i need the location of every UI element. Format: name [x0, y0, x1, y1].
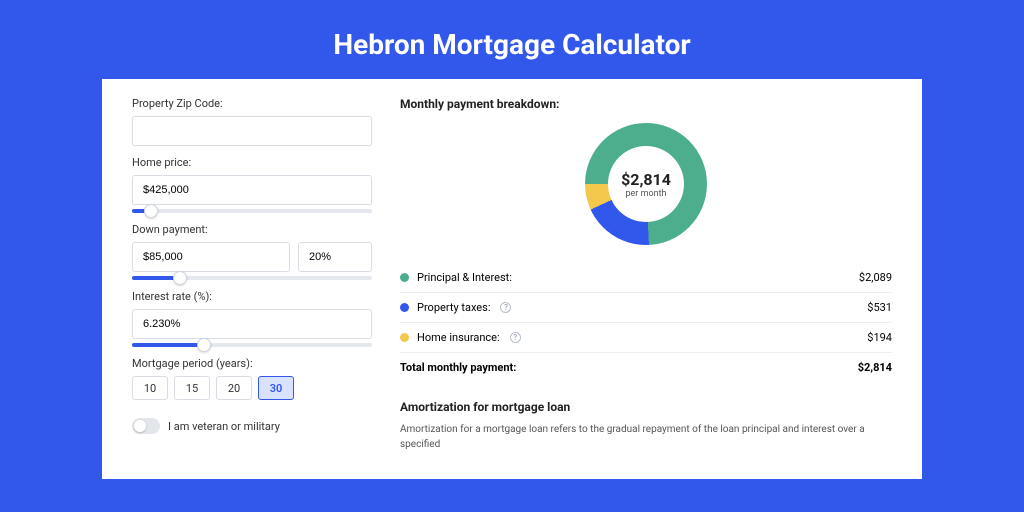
legend-dot-icon: [400, 273, 409, 282]
breakdown-label: Principal & Interest:: [417, 271, 512, 284]
down-payment-input[interactable]: [132, 242, 290, 272]
total-label: Total monthly payment:: [400, 361, 516, 374]
donut-center: $2,814 per month: [608, 146, 684, 222]
mortgage-period-label: Mortgage period (years):: [132, 357, 372, 370]
breakdown-title: Monthly payment breakdown:: [400, 97, 892, 111]
breakdown-column: Monthly payment breakdown: $2,814 per mo…: [400, 97, 892, 479]
info-icon[interactable]: ?: [510, 332, 521, 343]
slider-thumb-icon[interactable]: [197, 338, 211, 352]
page-title: Hebron Mortgage Calculator: [0, 0, 1024, 79]
home-price-input[interactable]: [132, 175, 372, 205]
interest-rate-label: Interest rate (%):: [132, 290, 372, 303]
zip-input[interactable]: [132, 116, 372, 146]
info-icon[interactable]: ?: [500, 302, 511, 313]
breakdown-label: Property taxes:: [417, 301, 490, 314]
slider-thumb-icon[interactable]: [173, 271, 187, 285]
donut-amount: $2,814: [621, 170, 671, 189]
period-button-20[interactable]: 20: [216, 376, 252, 400]
down-payment-pct-input[interactable]: [298, 242, 372, 272]
breakdown-value: $194: [867, 331, 892, 344]
period-button-15[interactable]: 15: [174, 376, 210, 400]
slider-thumb-icon[interactable]: [144, 204, 158, 218]
home-price-slider[interactable]: [132, 209, 372, 213]
veteran-label: I am veteran or military: [168, 420, 280, 433]
form-column: Property Zip Code: Home price: Down paym…: [132, 97, 372, 479]
zip-label: Property Zip Code:: [132, 97, 372, 110]
veteran-toggle[interactable]: [132, 418, 160, 434]
donut-sub: per month: [625, 189, 666, 199]
amort-text: Amortization for a mortgage loan refers …: [400, 422, 892, 452]
total-value: $2,814: [858, 361, 892, 374]
period-button-30[interactable]: 30: [258, 376, 294, 400]
breakdown-label: Home insurance:: [417, 331, 500, 344]
home-price-label: Home price:: [132, 156, 372, 169]
legend-dot-icon: [400, 303, 409, 312]
breakdown-row: Principal & Interest: $2,089: [400, 263, 892, 293]
down-payment-label: Down payment:: [132, 223, 372, 236]
period-button-10[interactable]: 10: [132, 376, 168, 400]
breakdown-row: Property taxes:? $531: [400, 293, 892, 323]
mortgage-period-group: 10152030: [132, 376, 372, 400]
breakdown-value: $2,089: [859, 271, 892, 284]
breakdown-row: Home insurance:? $194: [400, 323, 892, 353]
interest-rate-slider[interactable]: [132, 343, 372, 347]
interest-rate-input[interactable]: [132, 309, 372, 339]
payment-donut-chart: $2,814 per month: [585, 123, 707, 245]
calculator-card: Property Zip Code: Home price: Down paym…: [102, 79, 922, 479]
down-payment-slider[interactable]: [132, 276, 372, 280]
legend-dot-icon: [400, 333, 409, 342]
amort-title: Amortization for mortgage loan: [400, 400, 892, 414]
breakdown-value: $531: [867, 301, 892, 314]
